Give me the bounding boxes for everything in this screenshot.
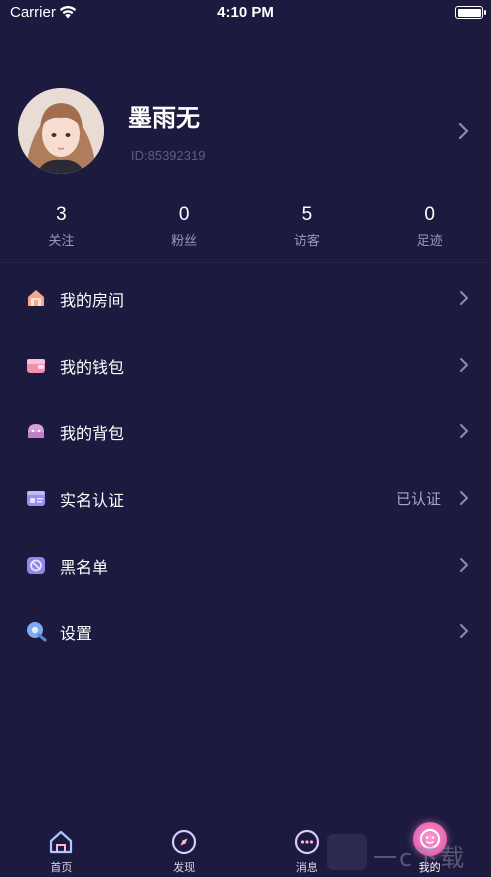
stat-following[interactable]: 3 关注 [0,204,123,254]
message-icon [294,829,319,855]
avatar-image [18,88,104,174]
menu-label: 我的房间 [60,291,125,310]
avatar[interactable] [18,88,104,174]
battery-icon [455,6,486,19]
menu-item-verification[interactable]: 实名认证 已认证 [0,464,491,531]
room-icon [28,290,44,306]
verification-status: 已认证 [395,490,441,509]
chevron-right-icon[interactable] [457,122,469,140]
menu-label: 我的钱包 [60,357,125,377]
menu-item-my-backpack[interactable]: 我的背包 [0,397,491,464]
menu-list: 我的房间 我的钱包 我的背包 实名认证 已认证 黑名单 设置 [0,264,491,664]
app-screen: Carrier 4:10 PM 墨雨无 ID:85392319 3 关注 0 粉… [0,0,491,877]
wallet-icon [27,358,45,373]
blacklist-icon [27,556,45,574]
stat-label: 关注 [48,234,75,249]
chevron-right-icon [460,424,468,439]
stat-value: 0 [178,204,190,225]
stat-value: 5 [301,204,313,225]
menu-label: 我的背包 [60,424,125,444]
chevron-right-icon [460,291,468,305]
stat-fans[interactable]: 0 粉丝 [123,204,246,254]
chevron-right-icon [460,557,468,572]
menu-label: 黑名单 [60,557,109,577]
profile-name: 墨雨无 [128,104,200,132]
watermark-text: 一c下载 [373,844,467,872]
stat-label: 访客 [293,234,320,249]
tab-label: 发现 [173,861,196,874]
menu-label: 实名认证 [60,491,125,511]
profile-header[interactable]: 墨雨无 ID:85392319 [0,88,491,176]
menu-item-my-wallet[interactable]: 我的钱包 [0,331,491,398]
menu-item-blacklist[interactable]: 黑名单 [0,531,491,598]
stat-value: 0 [424,204,435,225]
tab-home[interactable]: 首页 [0,818,123,877]
tab-label: 首页 [50,861,73,874]
stat-visitors[interactable]: 5 访客 [246,204,369,254]
chevron-right-icon [460,357,468,372]
stat-label: 粉丝 [171,234,198,249]
menu-item-settings[interactable]: 设置 [0,597,491,664]
stat-footprints[interactable]: 0 足迹 [368,204,491,254]
divider [0,262,491,263]
stat-value: 3 [56,204,67,225]
compass-icon [172,829,197,855]
settings-icon [27,622,47,642]
watermark: 一c下载 [327,832,487,872]
menu-label: 设置 [60,624,93,644]
watermark-logo [327,834,367,870]
chevron-right-icon [460,491,468,506]
status-bar: Carrier 4:10 PM [0,0,491,26]
stats-row: 3 关注 0 粉丝 5 访客 0 足迹 [0,204,491,254]
backpack-icon [28,424,44,439]
stat-label: 足迹 [416,234,443,249]
chevron-right-icon [460,624,468,639]
id-card-icon [27,491,45,507]
profile-id: ID:85392319 [131,148,206,163]
home-icon [50,830,73,854]
status-time: 4:10 PM [217,4,274,21]
menu-item-my-room[interactable]: 我的房间 [0,264,491,331]
tab-discover[interactable]: 发现 [123,818,246,877]
